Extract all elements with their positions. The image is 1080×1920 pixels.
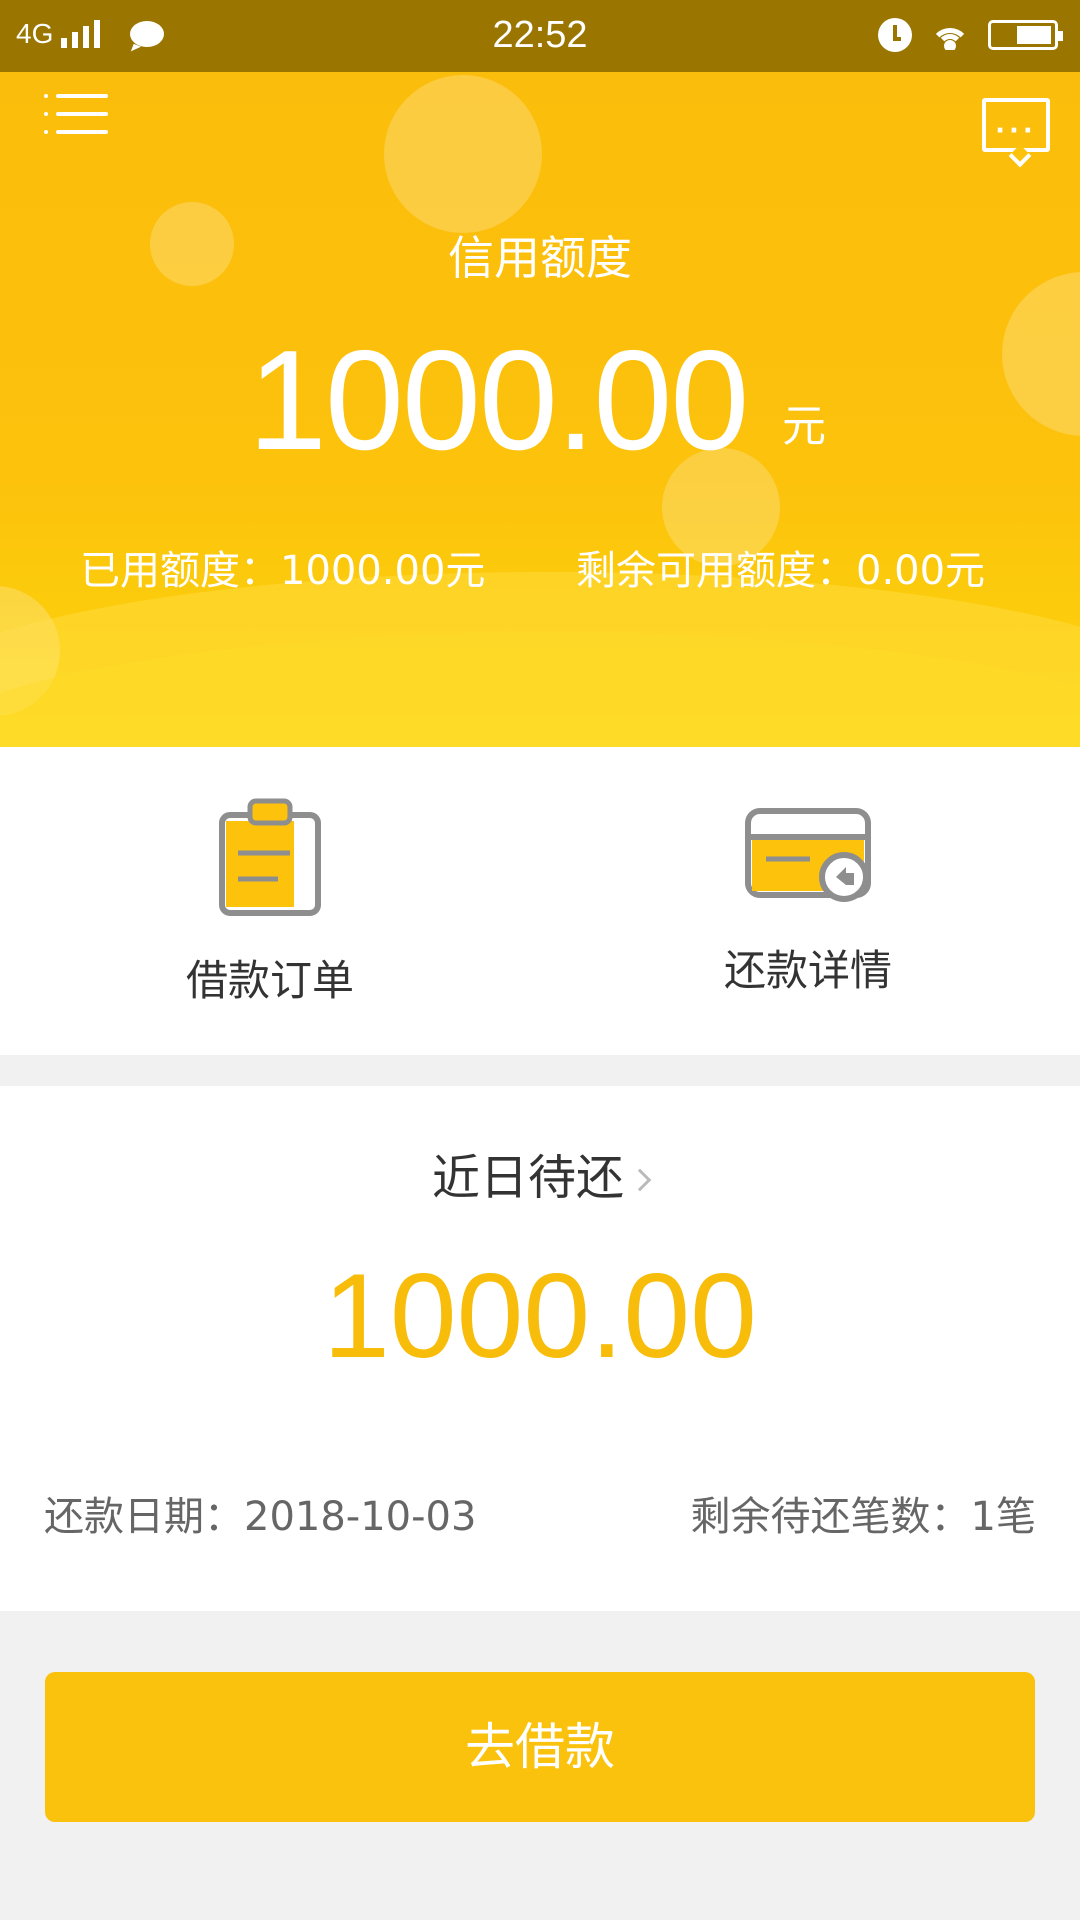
alarm-icon <box>878 18 912 52</box>
battery-icon <box>988 20 1063 50</box>
quick-actions: 借款订单 还款详情 <box>0 747 1080 1055</box>
decor-bubble <box>384 75 542 233</box>
status-bar: 4G 22:52 <box>0 0 1080 72</box>
wifi-icon <box>930 20 970 50</box>
credit-unit: 元 <box>782 401 826 452</box>
clipboard-icon <box>219 798 321 916</box>
remaining-count: 剩余待还笔数：1笔 <box>690 1494 1036 1540</box>
recent-due-title[interactable]: 近日待还 <box>0 1138 1080 1208</box>
message-center-icon[interactable]: ··· <box>982 98 1050 152</box>
message-dots: ··· <box>995 116 1037 146</box>
credit-header: ··· 信用额度 1000.00 元 已用额度：1000.00元 剩余可用额度：… <box>0 72 1080 747</box>
used-credit: 已用额度：1000.00元 <box>80 548 486 594</box>
repayment-details-label: 还款详情 <box>723 946 892 995</box>
credit-amount: 1000.00 <box>248 321 749 480</box>
loan-orders-button[interactable]: 借款订单 <box>170 797 370 1008</box>
recent-due-title-text: 近日待还 <box>431 1150 624 1206</box>
go-borrow-button[interactable]: 去借款 <box>45 1672 1035 1822</box>
menu-icon[interactable] <box>44 90 110 138</box>
status-right <box>878 18 1063 52</box>
repayment-details-button[interactable]: 还款详情 <box>708 807 908 998</box>
due-amount: 1000.00 <box>323 1249 757 1383</box>
credit-title: 信用额度 <box>448 231 632 285</box>
decor-bubble <box>1002 272 1080 436</box>
recent-due-card: 近日待还 1000.00 还款日期：2018-10-03 剩余待还笔数：1笔 <box>0 1086 1080 1611</box>
loan-orders-label: 借款订单 <box>185 956 354 1005</box>
remaining-credit: 剩余可用额度：0.00元 <box>576 548 986 594</box>
card-repay-icon <box>745 808 871 902</box>
due-date: 还款日期：2018-10-03 <box>44 1494 477 1540</box>
chevron-right-icon <box>628 1168 652 1192</box>
